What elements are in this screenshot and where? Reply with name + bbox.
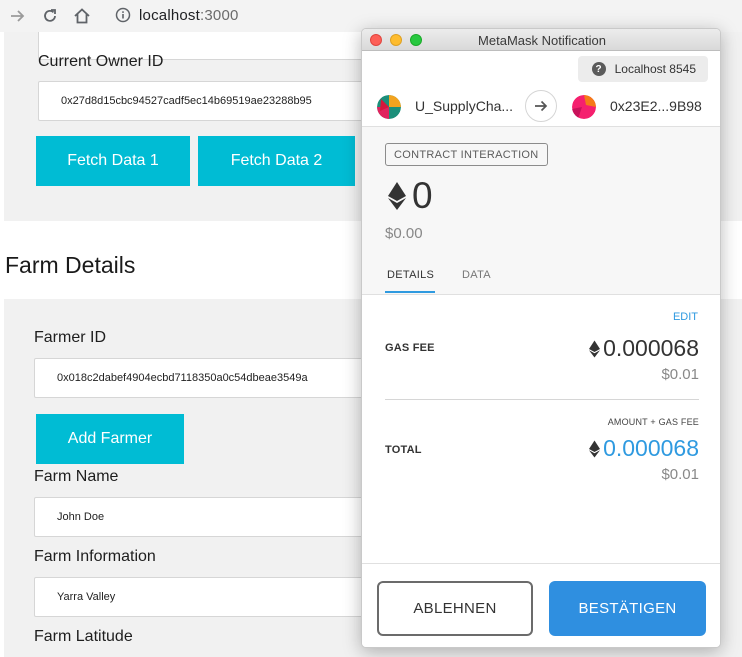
current-owner-label: Current Owner ID (38, 53, 164, 70)
ethereum-icon (589, 339, 601, 358)
fetch-data-2-button[interactable]: Fetch Data 2 (198, 136, 355, 186)
gas-fee-eth-value: 0.000068 (603, 335, 699, 361)
reject-button[interactable]: ABLEHNEN (377, 581, 533, 636)
tab-data[interactable]: DATA (462, 269, 491, 281)
sender-avatar-icon (377, 95, 401, 119)
recipient-avatar-icon (572, 95, 596, 119)
forward-arrow-icon[interactable] (7, 6, 27, 26)
recipient-address: 0x23E2...9B98 (610, 98, 702, 114)
tab-details[interactable]: DETAILS (387, 269, 434, 281)
confirm-button[interactable]: BESTÄTIGEN (549, 581, 706, 636)
transaction-parties: U_SupplyCha... 0x23E2...9B98 (362, 87, 720, 127)
gas-fee-label: GAS FEE (385, 342, 435, 354)
ethereum-icon (388, 182, 406, 210)
transaction-summary: CONTRACT INTERACTION 0 $0.00 DETAILS DAT… (362, 127, 720, 295)
sender-account-name: U_SupplyCha... (415, 98, 514, 114)
farmer-id-label: Farmer ID (34, 329, 106, 346)
home-icon[interactable] (72, 6, 92, 26)
farm-latitude-label: Farm Latitude (34, 628, 133, 645)
reload-icon[interactable] (40, 6, 60, 26)
total-usd: $0.01 (661, 466, 699, 483)
farm-details-heading: Farm Details (5, 252, 136, 278)
address-bar-url[interactable]: localhost:3000 (139, 7, 239, 24)
active-tab-indicator (385, 291, 435, 293)
network-name: Localhost 8545 (614, 62, 696, 76)
edit-gas-link[interactable]: EDIT (673, 311, 698, 323)
site-info-icon[interactable] (115, 7, 131, 23)
fetch-data-1-button[interactable]: Fetch Data 1 (36, 136, 190, 186)
farm-name-label: Farm Name (34, 468, 119, 485)
url-port: :3000 (200, 7, 239, 24)
add-farmer-button[interactable]: Add Farmer (36, 414, 184, 464)
contract-interaction-badge: CONTRACT INTERACTION (385, 143, 548, 166)
farm-information-label: Farm Information (34, 548, 156, 565)
eth-amount-value: 0 (412, 175, 433, 216)
total-label: TOTAL (385, 444, 422, 456)
details-divider (385, 399, 699, 400)
metamask-notification-window: MetaMask Notification ? Localhost 8545 U… (361, 28, 721, 648)
amount-plus-gas-label: AMOUNT + GAS FEE (607, 417, 699, 427)
action-footer: ABLEHNEN BESTÄTIGEN (362, 563, 720, 647)
url-host: localhost (139, 7, 201, 24)
gas-fee-eth: 0.000068 (589, 335, 699, 362)
total-eth-value: 0.000068 (603, 435, 699, 461)
eth-amount: 0 (388, 175, 433, 217)
window-title: MetaMask Notification (478, 33, 606, 48)
ethereum-icon (589, 439, 601, 458)
usd-amount: $0.00 (385, 225, 423, 242)
gas-fee-usd: $0.01 (661, 366, 699, 383)
arrow-right-icon (525, 90, 557, 122)
help-icon: ? (591, 62, 606, 76)
network-indicator[interactable]: ? Localhost 8545 (577, 56, 708, 82)
window-titlebar: MetaMask Notification (362, 29, 720, 51)
total-eth: 0.000068 (589, 435, 699, 462)
transaction-details: EDIT GAS FEE 0.000068 $0.01 AMOUNT + GAS… (362, 295, 720, 563)
